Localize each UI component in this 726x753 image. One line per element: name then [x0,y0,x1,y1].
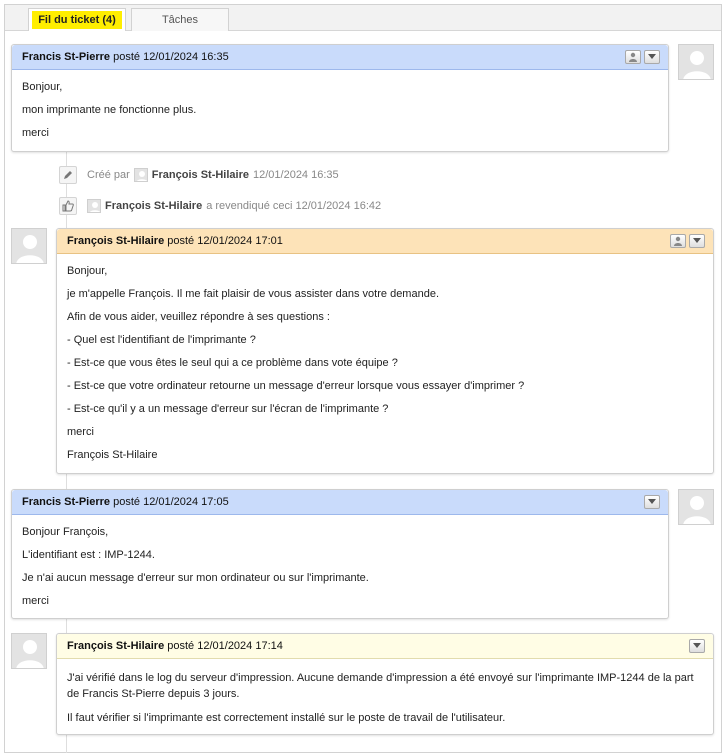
chevron-down-icon [648,499,656,504]
message-line: Bonjour, [22,81,63,93]
avatar-technician [11,228,47,264]
person-icon [683,496,711,524]
message-line: J'ai vérifié dans le log du serveur d'im… [67,672,694,700]
message-line: - Est-ce que votre ordinateur retourne u… [67,380,525,392]
message-body: Bonjour François, L'identifiant est : IM… [12,515,668,614]
message-line: je m'appelle François. Il me fait plaisi… [67,288,439,300]
message-line: mon imprimante ne fonctionne plus. [22,104,197,116]
event-description: a revendiqué ceci 12/01/2024 16:42 [206,200,382,212]
options-dropdown-button[interactable] [689,234,705,248]
avatar-requester [678,44,714,80]
message-meta: posté 12/01/2024 17:01 [167,235,283,247]
event-user-name[interactable]: François St-Hilaire [152,169,249,181]
message-line: merci [22,595,49,607]
message-author: François St-Hilaire [67,235,165,247]
tab-bar: Fil du ticket (4) Tâches [5,5,721,31]
message-body: Bonjour, mon imprimante ne fonctionne pl… [12,70,668,146]
message-line: - Est-ce qu'il y a un message d'erreur s… [67,403,389,415]
message-line: merci [22,127,49,139]
message-author: François St-Hilaire [67,640,165,652]
tab-tasks[interactable]: Tâches [131,8,229,31]
message-header: François St-Hilaire posté 12/01/2024 17:… [57,229,713,254]
person-icon [683,51,711,79]
thumbs-up-icon [59,197,77,215]
message-card: François St-Hilaire posté 12/01/2024 17:… [56,228,714,474]
event-claimed: François St-Hilaire a revendiqué ceci 12… [59,196,381,216]
message-line: Je n'ai aucun message d'erreur sur mon o… [22,572,369,584]
message-line: Afin de vous aider, veuillez répondre à … [67,311,330,323]
event-user-name[interactable]: François St-Hilaire [105,200,202,212]
avatar-technician [11,633,47,669]
user-icon [674,236,682,246]
message-meta: posté 12/01/2024 16:35 [113,51,229,63]
event-timestamp: 12/01/2024 16:35 [253,169,339,181]
chevron-down-icon [693,238,701,243]
person-icon [16,235,44,263]
options-dropdown-button[interactable] [689,639,705,653]
message-line: - Quel est l'identifiant de l'imprimante… [67,334,256,346]
message-author: Francis St-Pierre [22,496,111,508]
message-line: merci [67,426,94,438]
tab-ticket-thread[interactable]: Fil du ticket (4) [28,8,126,31]
message-line: Bonjour François, [22,526,109,538]
message-line: François St-Hilaire [67,449,158,461]
avatar-requester [678,489,714,525]
event-prefix: Créé par [87,169,130,181]
message-body: J'ai vérifié dans le log du serveur d'im… [57,659,713,731]
options-dropdown-button[interactable] [644,495,660,509]
tab-ticket-thread-label: Fil du ticket (4) [32,11,122,29]
chevron-down-icon [693,643,701,648]
user-button[interactable] [625,50,641,64]
message-header: François St-Hilaire posté 12/01/2024 17:… [57,634,713,659]
message-meta: posté 12/01/2024 17:05 [113,496,229,508]
pencil-icon [59,166,77,184]
message-card: Francis St-Pierre posté 12/01/2024 17:05… [11,489,669,619]
chevron-down-icon [648,54,656,59]
person-icon [16,640,44,668]
message-header: Francis St-Pierre posté 12/01/2024 16:35 [12,45,668,70]
message-body: Bonjour, je m'appelle François. Il me fa… [57,254,713,468]
event-created: Créé par François St-Hilaire 12/01/2024 … [59,165,339,185]
user-avatar-small [133,168,148,182]
user-icon [629,52,637,62]
message-line: Bonjour, [67,265,108,277]
user-avatar-small [87,199,101,213]
message-card: François St-Hilaire posté 12/01/2024 17:… [56,633,714,735]
message-card: Francis St-Pierre posté 12/01/2024 16:35… [11,44,669,152]
options-dropdown-button[interactable] [644,50,660,64]
message-meta: posté 12/01/2024 17:14 [167,640,283,652]
message-line: - Est-ce que vous êtes le seul qui a ce … [67,357,398,369]
message-header: Francis St-Pierre posté 12/01/2024 17:05 [12,490,668,515]
user-button[interactable] [670,234,686,248]
message-line: Il faut vérifier si l'imprimante est cor… [67,712,506,724]
message-author: Francis St-Pierre [22,51,111,63]
message-line: L'identifiant est : IMP-1244. [22,549,155,561]
